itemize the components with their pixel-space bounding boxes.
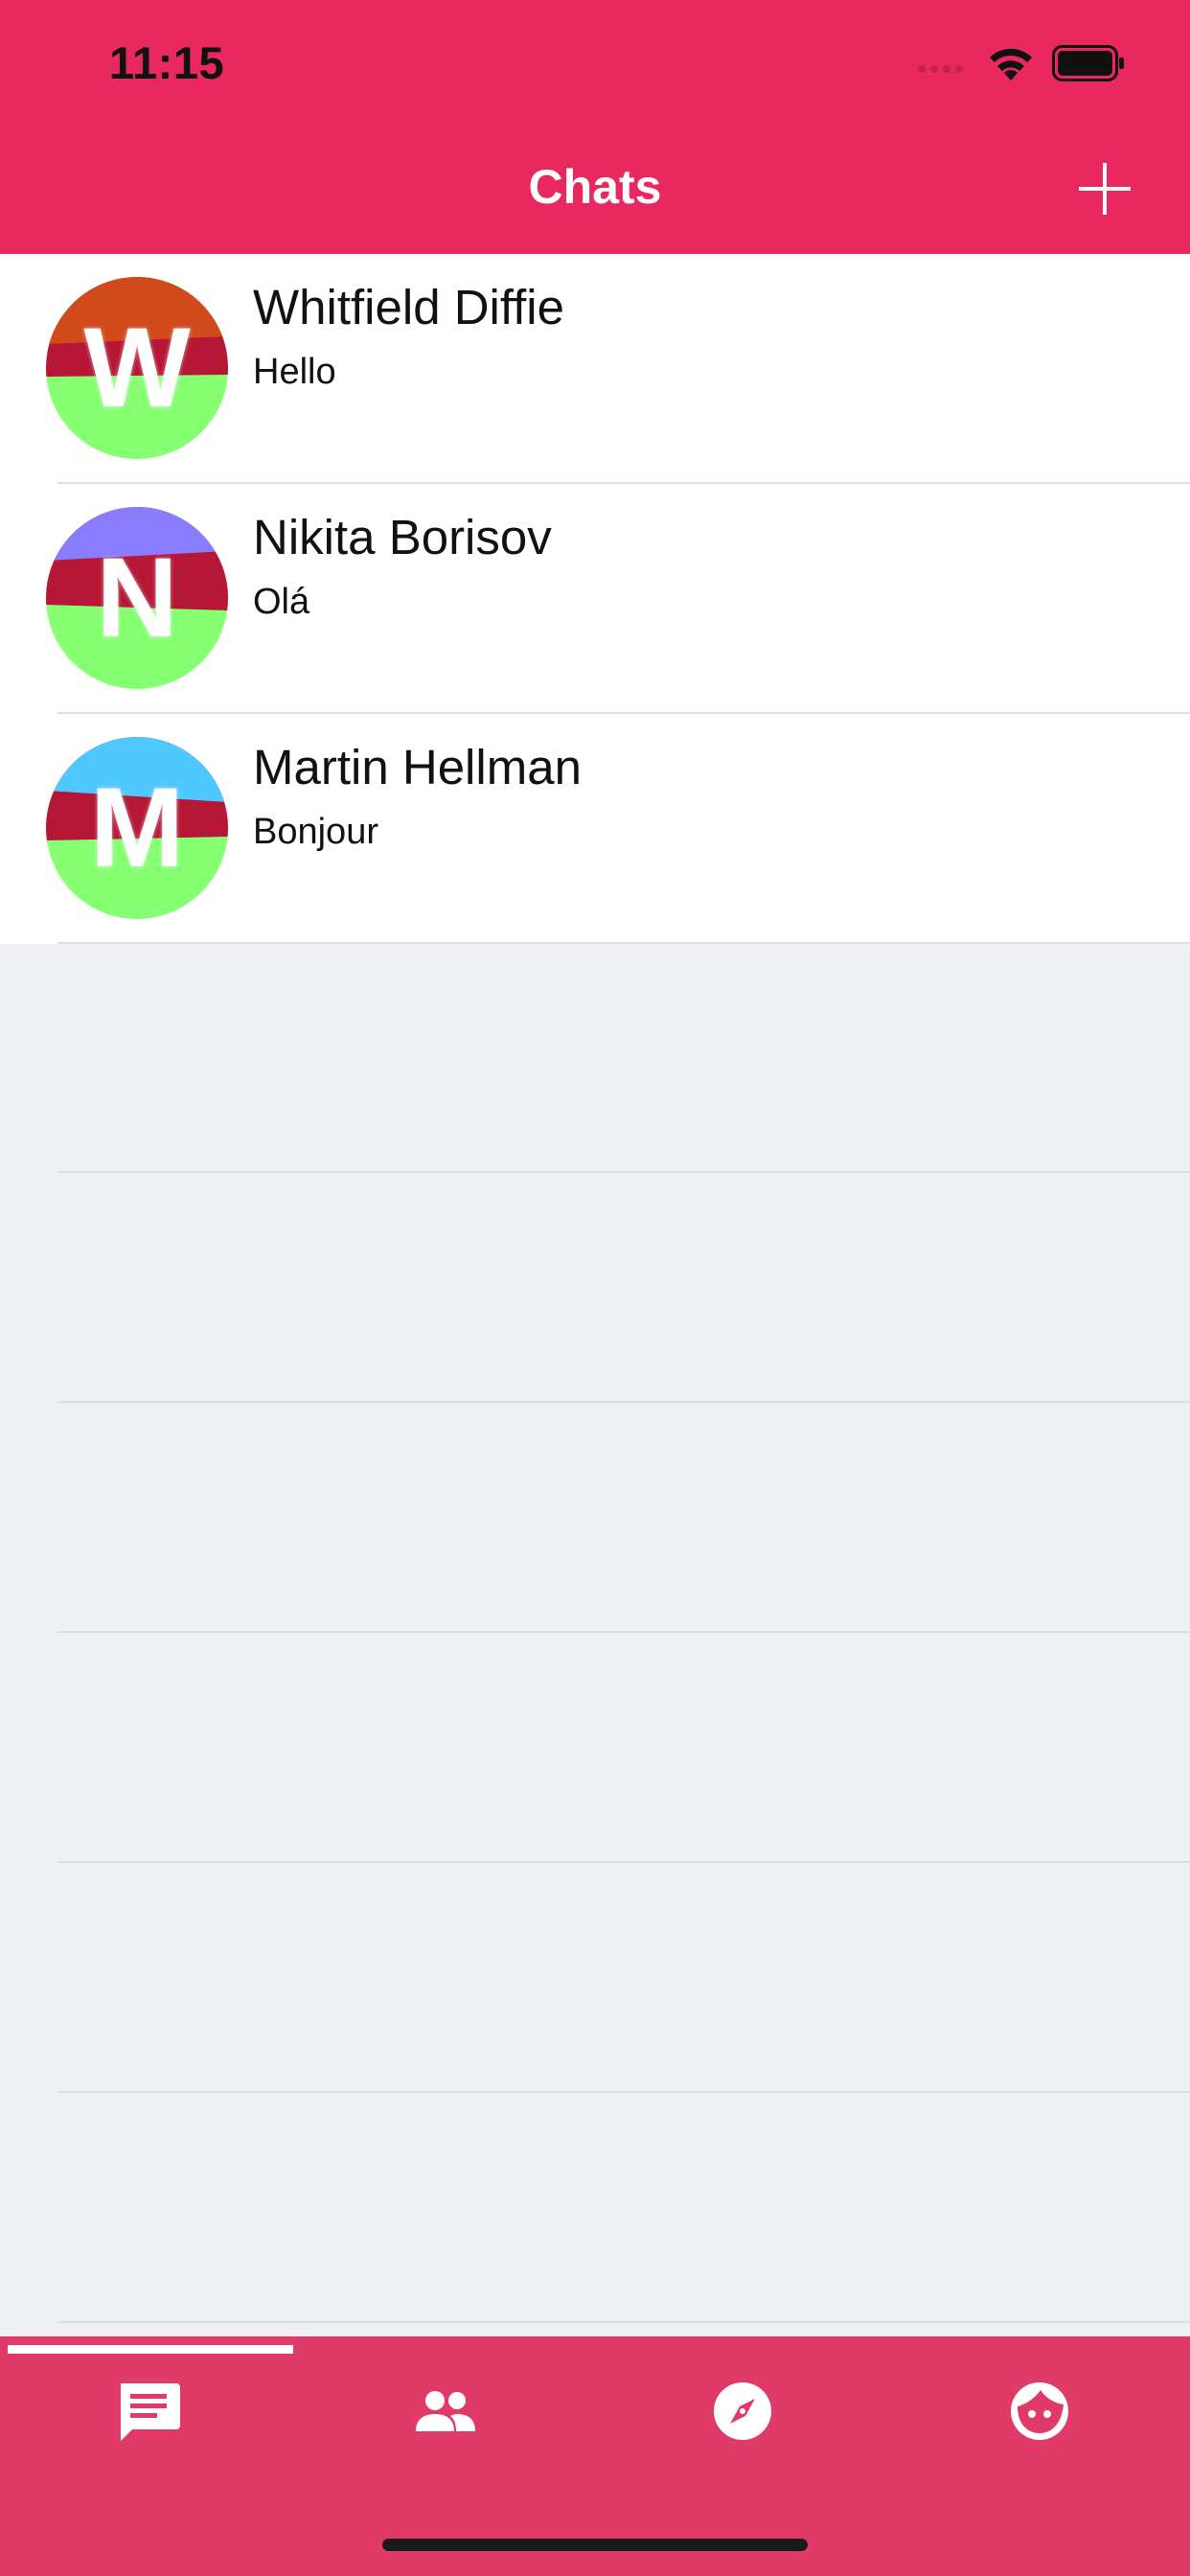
chat-list: W Whitfield Diffie Hello N Nikita Boriso… — [0, 254, 1190, 944]
cellular-signal-icon — [918, 65, 963, 73]
avatar: N — [46, 507, 228, 689]
tab-contacts[interactable] — [297, 2363, 594, 2459]
header: 11:15 Chats — [0, 0, 1190, 254]
tab-discover[interactable] — [594, 2363, 891, 2459]
chat-bubble-icon — [121, 2383, 180, 2441]
battery-icon — [1052, 45, 1124, 81]
tab-profile[interactable] — [891, 2363, 1188, 2459]
empty-row-divider — [57, 2091, 1190, 2093]
chat-row[interactable]: M Martin Hellman Bonjour — [0, 714, 1190, 944]
avatar: W — [46, 277, 228, 459]
wifi-icon — [990, 48, 1032, 80]
empty-row-divider — [57, 1631, 1190, 1633]
add-chat-button[interactable] — [1077, 161, 1133, 217]
tab-chats[interactable] — [0, 2363, 297, 2459]
empty-row-divider — [57, 1401, 1190, 1403]
chat-name: Whitfield Diffie — [253, 280, 565, 334]
empty-row-divider — [57, 2321, 1190, 2323]
chat-last-message: Bonjour — [253, 812, 378, 852]
chat-row[interactable]: N Nikita Borisov Olá — [0, 484, 1190, 714]
chat-row[interactable]: W Whitfield Diffie Hello — [0, 254, 1190, 484]
page-title: Chats — [528, 160, 662, 214]
face-icon — [1011, 2382, 1068, 2440]
compass-icon — [714, 2382, 771, 2440]
chat-last-message: Hello — [253, 352, 336, 392]
avatar-initial: N — [96, 535, 178, 661]
chat-last-message: Olá — [253, 582, 310, 622]
people-icon — [416, 2391, 475, 2431]
selected-tab-indicator — [8, 2345, 293, 2354]
divider — [57, 942, 1190, 944]
empty-row-divider — [57, 1861, 1190, 1863]
chat-name: Nikita Borisov — [253, 510, 552, 564]
avatar-initial: M — [89, 765, 185, 891]
chat-name: Martin Hellman — [253, 740, 582, 794]
empty-row-divider — [57, 1171, 1190, 1173]
home-indicator — [382, 2539, 808, 2551]
status-time: 11:15 — [109, 37, 225, 88]
avatar-initial: W — [83, 305, 191, 431]
avatar: M — [46, 737, 228, 919]
